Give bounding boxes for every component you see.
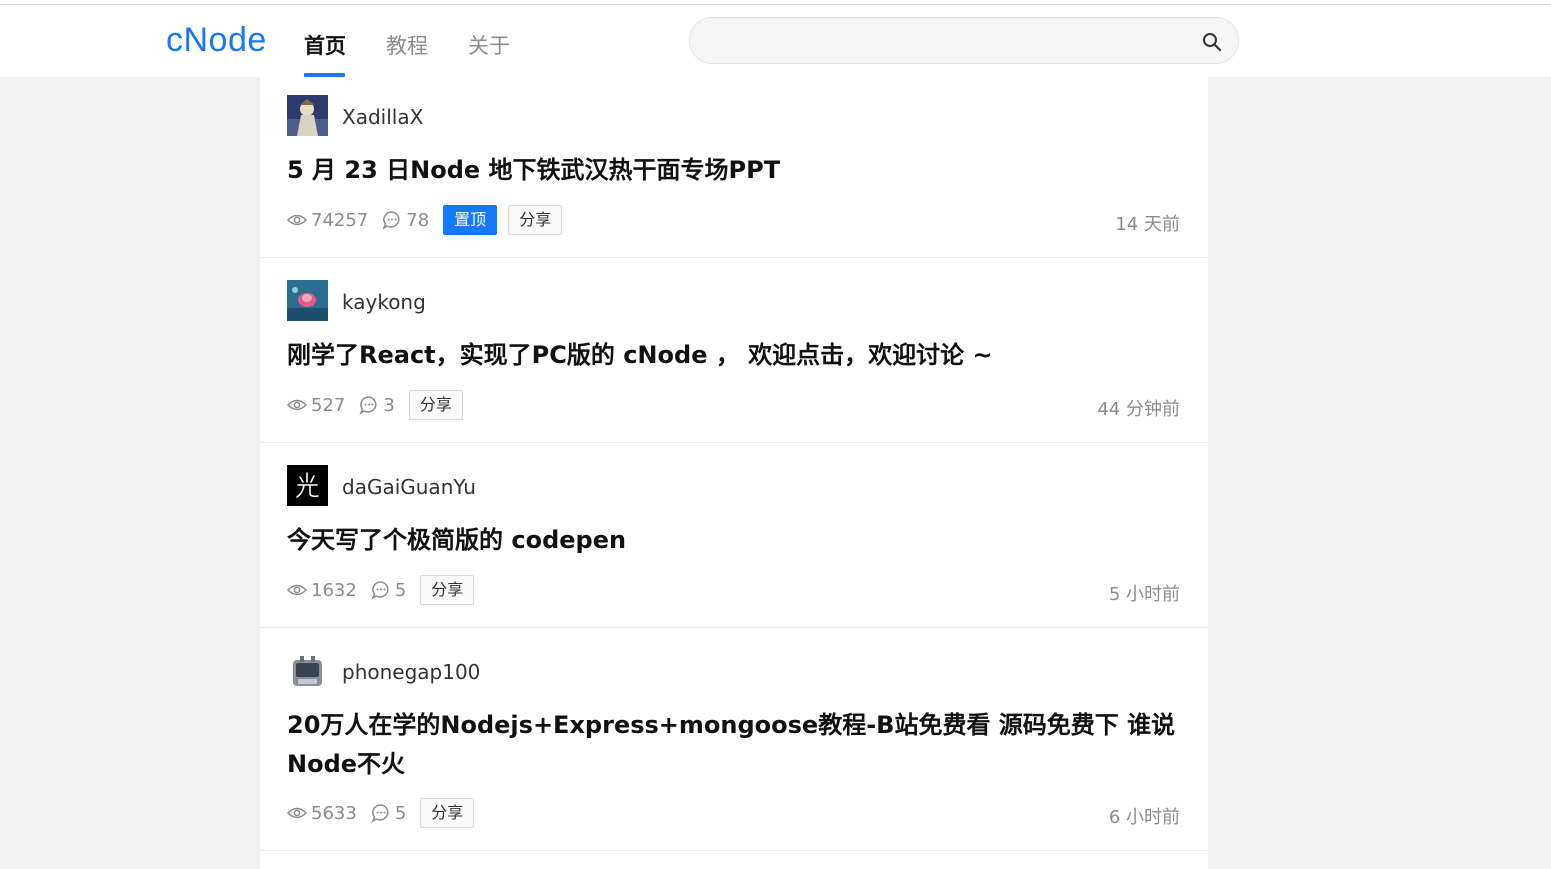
avatar[interactable] xyxy=(287,280,328,321)
reply-count: 5 xyxy=(371,580,406,601)
eye-icon xyxy=(287,807,307,819)
view-count: 1632 xyxy=(287,580,357,601)
topic-meta: 74257 78 置顶 分享 xyxy=(287,205,573,235)
reply-count-value: 5 xyxy=(394,802,407,824)
eye-icon xyxy=(287,399,307,411)
topic-meta: 527 3 分享 xyxy=(287,390,474,420)
topic-time: 14 天前 xyxy=(1115,214,1180,235)
topic-title[interactable]: 20万人在学的Nodejs+Express+mongoose教程-B站免费看 源… xyxy=(287,706,1187,784)
comment-icon xyxy=(371,804,389,823)
search-box xyxy=(689,17,1239,64)
topic-title[interactable]: 刚学了React，实现了PC版的 cNode ， 欢迎点击，欢迎讨论 ~ xyxy=(287,336,1187,375)
reply-count-value: 5 xyxy=(394,579,407,601)
tag-share[interactable]: 分享 xyxy=(508,205,563,235)
view-count-value: 527 xyxy=(311,394,346,416)
view-count: 527 xyxy=(287,395,345,416)
topic-list: XadillaX 5 月 23 日Node 地下铁武汉热干面专场PPT 7425… xyxy=(260,77,1208,869)
topic-meta: 5633 5 分享 xyxy=(287,798,485,828)
reply-count-value: 78 xyxy=(406,209,430,231)
nav-about[interactable]: 关于 xyxy=(468,30,510,60)
topic-time: 5 小时前 xyxy=(1108,584,1180,605)
reply-count: 3 xyxy=(359,394,395,416)
topic-time: 6 小时前 xyxy=(1108,807,1180,828)
tag-share[interactable]: 分享 xyxy=(420,798,475,828)
nav-tutorial[interactable]: 教程 xyxy=(386,30,428,60)
view-count-value: 1632 xyxy=(311,579,357,601)
topic-title[interactable]: 今天写了个极简版的 codepen xyxy=(287,521,1187,560)
author-name[interactable]: XadillaX xyxy=(342,105,423,129)
reply-count-value: 3 xyxy=(383,394,395,416)
tag-share[interactable]: 分享 xyxy=(420,575,475,605)
site-header: cNode 首页 教程 关于 xyxy=(0,5,1551,77)
tag-pinned[interactable]: 置顶 xyxy=(443,205,498,235)
author-name[interactable]: daGaiGuanYu xyxy=(342,475,476,499)
comment-icon xyxy=(382,211,400,230)
topic-time: 44 分钟前 xyxy=(1097,399,1180,420)
author-name[interactable]: kaykong xyxy=(342,290,426,314)
nav-home[interactable]: 首页 xyxy=(304,30,346,60)
view-count: 5633 xyxy=(287,803,357,824)
view-count-value: 74257 xyxy=(311,209,369,231)
search-input[interactable] xyxy=(710,26,1190,56)
avatar[interactable] xyxy=(287,650,328,691)
avatar[interactable] xyxy=(287,95,328,136)
eye-icon xyxy=(287,584,307,596)
comment-icon xyxy=(359,396,377,415)
comment-icon xyxy=(371,581,389,600)
topic-item: daGaiGuanYu 今天写了个极简版的 codepen 1632 5 分享 … xyxy=(260,443,1208,628)
topic-item: phonegap100 20万人在学的Nodejs+Express+mongoo… xyxy=(260,628,1208,851)
eye-icon xyxy=(287,214,307,226)
topic-item: kaykong 刚学了React，实现了PC版的 cNode ， 欢迎点击，欢迎… xyxy=(260,258,1208,443)
avatar[interactable] xyxy=(287,465,328,506)
site-logo[interactable]: cNode xyxy=(166,21,267,60)
tag-share[interactable]: 分享 xyxy=(408,390,463,420)
topic-item: XadillaX 5 月 23 日Node 地下铁武汉热干面专场PPT 7425… xyxy=(260,77,1208,258)
view-count: 74257 xyxy=(287,210,368,231)
author-name[interactable]: phonegap100 xyxy=(342,660,480,684)
topic-meta: 1632 5 分享 xyxy=(287,575,485,605)
view-count-value: 5633 xyxy=(311,802,357,824)
reply-count: 78 xyxy=(382,210,429,231)
search-icon[interactable] xyxy=(1200,30,1224,54)
reply-count: 5 xyxy=(371,803,406,824)
topic-title[interactable]: 5 月 23 日Node 地下铁武汉热干面专场PPT xyxy=(287,151,1187,190)
